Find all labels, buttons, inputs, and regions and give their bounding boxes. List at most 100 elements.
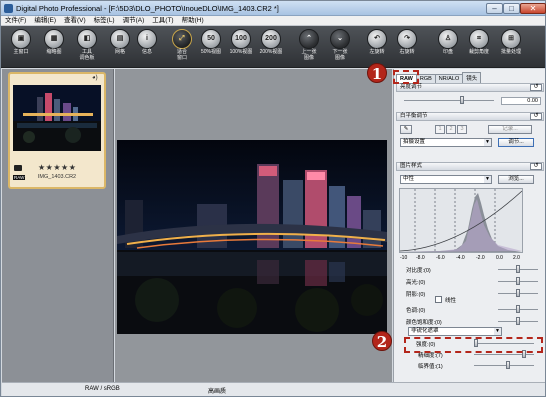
stamp-button[interactable]: ♙ 印盘 (433, 29, 463, 67)
image-view[interactable] (115, 69, 392, 382)
close-button[interactable]: ✕ (520, 3, 546, 14)
main-image (117, 140, 387, 334)
highlight-slider[interactable] (516, 277, 520, 285)
wb-preset-3-button[interactable]: 3 (457, 125, 467, 134)
grid-icon: ▤ (110, 29, 130, 49)
record-button[interactable]: 记录... (488, 125, 532, 134)
menu-edit[interactable]: 编辑(E) (30, 16, 60, 25)
chevron-down-icon: ▼ (494, 328, 501, 335)
wb-preset-2-button[interactable]: 2 (446, 125, 456, 134)
menu-adjust[interactable]: 调节(A) (119, 16, 149, 25)
checkmark-icon: ◕) (92, 75, 98, 81)
menu-tools[interactable]: 工具(T) (148, 16, 177, 25)
histogram[interactable] (399, 188, 523, 253)
brightness-slider[interactable] (460, 96, 464, 104)
brightness-value[interactable]: 0.00 (501, 97, 541, 105)
thumbnail-button[interactable]: ▦ 缩略图 (39, 29, 69, 67)
zoom-50-icon: 50 (201, 29, 221, 49)
menu-view[interactable]: 查看(V) (60, 16, 90, 25)
thumbnail-pane[interactable]: ◕) ★★★★★ RAW IMG_1403.CR2 (2, 69, 114, 382)
threshold-slider[interactable] (506, 361, 510, 369)
color-space-status: RAW / sRGB (85, 386, 120, 392)
brightness-track (404, 100, 494, 101)
sharpen-mode-select[interactable]: 非锐化遮罩 ▼ (408, 327, 502, 336)
zoom-50-button[interactable]: 50 50%视图 (196, 29, 226, 67)
camera-icon (14, 165, 22, 171)
menu-help[interactable]: 帮助(H) (178, 16, 208, 25)
tab-nr-alo[interactable]: NR/ALO (434, 74, 464, 83)
hue-slider[interactable] (516, 305, 520, 313)
rotate-right-button[interactable]: ↷ 右旋转 (392, 29, 422, 67)
main-window-button[interactable]: ▣ 主窗口 (6, 29, 36, 67)
menu-label[interactable]: 标签(L) (90, 16, 119, 25)
picture-style-select[interactable]: 中性 ▼ (400, 175, 492, 184)
zoom-100-icon: 100 (231, 29, 251, 49)
maximize-button[interactable]: □ (503, 3, 520, 14)
rating-stars[interactable]: ★★★★★ (38, 163, 76, 172)
stamp-icon: ♙ (438, 29, 458, 49)
fit-window-button[interactable]: ⤢ 适合 窗口 (167, 29, 197, 67)
thumbnail-filename: IMG_1403.CR2 (37, 174, 77, 180)
chevron-down-icon: ▼ (484, 176, 491, 183)
quality-status: 高画质 (208, 389, 227, 395)
chevron-down-icon: ▼ (484, 139, 491, 146)
prev-image-button[interactable]: ⌃ 上一张 图像 (294, 29, 324, 67)
tab-lens[interactable]: 镜头 (462, 72, 482, 83)
thumbnail-card[interactable]: ◕) ★★★★★ RAW IMG_1403.CR2 (8, 72, 106, 189)
next-image-icon: ⌄ (330, 29, 350, 49)
saturation-label: 颜色饱和度:(0) (406, 320, 442, 326)
reset-icon[interactable]: ↺ (530, 113, 542, 120)
threshold-track (474, 365, 534, 366)
prev-image-icon: ⌃ (299, 29, 319, 49)
toolbar: ▣ 主窗口 ▦ 缩略图 ◧ 工具 调色板 ▤ 网格 i 信息 ⤢ 适合 窗口 50 50%视图… (1, 26, 545, 68)
callout-highlight-strength (404, 337, 543, 353)
reset-icon[interactable]: ↺ (530, 84, 542, 91)
saturation-slider[interactable] (516, 317, 520, 325)
eyedropper-button[interactable]: ✎ (400, 125, 412, 134)
menu-bar: 文件(F) 编辑(E) 查看(V) 标签(L) 调节(A) 工具(T) 帮助(H) (1, 16, 545, 26)
minimize-button[interactable]: – (486, 3, 503, 14)
info-icon: i (137, 29, 157, 49)
browse-button[interactable]: 浏览... (498, 175, 534, 184)
hue-label: 色调:(0) (406, 308, 426, 314)
grid-button[interactable]: ▤ 网格 (105, 29, 135, 67)
white-balance-header: 白平衡调节 ↺ (396, 112, 544, 121)
thumbnail-image (13, 85, 101, 151)
wb-adjust-button[interactable]: 调节... (498, 138, 534, 147)
zoom-200-icon: 200 (261, 29, 281, 49)
rotate-left-button[interactable]: ↶ 左旋转 (362, 29, 392, 67)
white-balance-select[interactable]: 拍摄设置 ▼ (400, 138, 492, 147)
tool-palette-icon: ◧ (77, 29, 97, 49)
status-bar: RAW / sRGB 高画质 (2, 382, 545, 396)
window-title: Digital Photo Professional - [F:\5D3\DLO… (16, 4, 279, 13)
callout-highlight-raw-tab (393, 70, 419, 84)
info-button[interactable]: i 信息 (132, 29, 162, 67)
title-bar: Digital Photo Professional - [F:\5D3\DLO… (1, 1, 546, 16)
batch-button[interactable]: ⊞ 批量处理 (496, 29, 526, 67)
shadow-label: 阴影:(0) (406, 292, 426, 298)
callout-badge-2: 2 (372, 331, 392, 351)
menu-file[interactable]: 文件(F) (1, 16, 30, 25)
crop-icon: ⌗ (469, 29, 489, 49)
zoom-200-button[interactable]: 200 200%视图 (256, 29, 286, 67)
wb-preset-1-button[interactable]: 1 (435, 125, 445, 134)
reset-icon[interactable]: ↺ (530, 163, 542, 170)
contrast-slider[interactable] (516, 265, 520, 273)
tool-palette-button[interactable]: ◧ 工具 调色板 (72, 29, 102, 67)
tool-palette: RAW RGB NR/ALO 镜头 亮度调节 ↺ 0.00 白平衡调节 ↺ ✎ 1 2 3… (393, 69, 545, 382)
highlight-label: 高光:(0) (406, 280, 426, 286)
contrast-label: 对比度:(0) (406, 268, 431, 274)
zoom-100-button[interactable]: 100 100%视图 (226, 29, 256, 67)
fit-window-icon: ⤢ (172, 29, 192, 49)
linear-label: 线性 (445, 298, 457, 304)
picture-style-header: 图片样式 ↺ (396, 162, 544, 171)
linear-checkbox[interactable] (435, 296, 442, 303)
thumbnail-icon: ▦ (44, 29, 64, 49)
next-image-button[interactable]: ⌄ 下一张 图像 (325, 29, 355, 67)
rotate-right-icon: ↷ (397, 29, 417, 49)
app-icon (4, 4, 13, 13)
eyedropper-icon: ✎ (403, 126, 409, 132)
batch-icon: ⊞ (501, 29, 521, 49)
shadow-slider[interactable] (516, 289, 520, 297)
crop-button[interactable]: ⌗ 裁剪角度 (464, 29, 494, 67)
